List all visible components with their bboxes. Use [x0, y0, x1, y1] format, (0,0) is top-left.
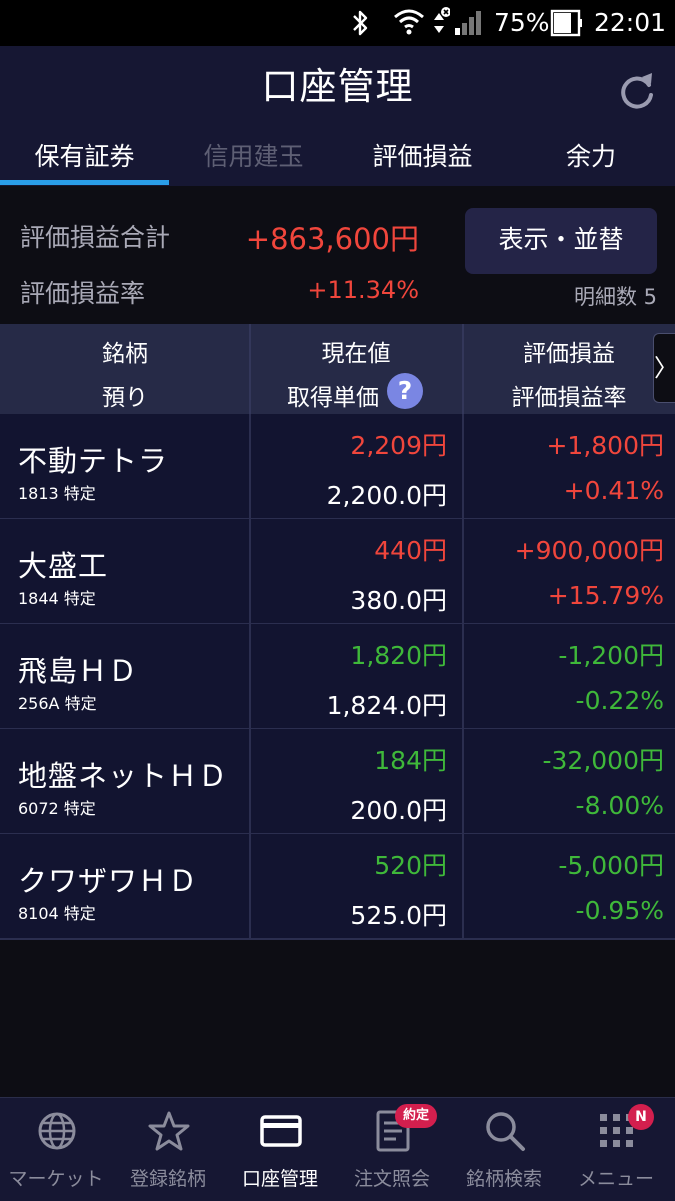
column-divider: [249, 624, 251, 728]
nav-label: 注文照会: [353, 1168, 430, 1190]
page-title: 口座管理: [261, 65, 414, 108]
table-row[interactable]: 大盛工 1844 特定 440円 380.0円 +900,000円 +15.79…: [0, 519, 675, 625]
header-security: 銘柄: [102, 341, 148, 367]
profit-loss-rate: -8.00%: [575, 791, 664, 820]
header-pl: 評価損益: [523, 341, 615, 367]
refresh-icon: [621, 73, 653, 109]
security-name: 不動テトラ: [18, 444, 169, 478]
signal-icon: [452, 0, 486, 46]
profit-loss-rate: -0.22%: [575, 686, 664, 715]
pl-rate-value: +11.34%: [307, 276, 419, 304]
security-code: 8104 特定: [18, 904, 96, 923]
star-icon: [148, 1111, 190, 1151]
nav-market[interactable]: マーケット: [0, 1098, 112, 1201]
column-divider: [462, 414, 464, 518]
security-code: 1844 特定: [18, 589, 96, 608]
more-columns-button[interactable]: 〉: [653, 333, 675, 403]
tab-profit-loss[interactable]: 評価損益: [338, 130, 507, 186]
profit-loss-rate: -0.95%: [575, 896, 664, 925]
tab-buying-power[interactable]: 余力: [507, 130, 675, 186]
profit-loss: -32,000円: [542, 746, 665, 775]
security-code: 256A 特定: [18, 694, 97, 713]
total-pl-value: +863,600円: [245, 222, 419, 256]
wifi-icon: [392, 0, 426, 46]
card-icon: [260, 1115, 302, 1147]
column-divider: [249, 729, 251, 833]
acquisition-price: 200.0円: [350, 796, 447, 825]
profit-loss: +1,800円: [546, 431, 664, 460]
security-name: 地盤ネットＨＤ: [18, 759, 229, 793]
nav-label: 銘柄検索: [465, 1168, 542, 1190]
search-icon: [486, 1112, 525, 1151]
column-divider: [462, 729, 464, 833]
current-price: 440円: [374, 536, 447, 565]
column-divider: [462, 834, 464, 938]
item-count: 明細数 5: [573, 285, 657, 309]
column-divider: [249, 519, 251, 623]
security-code: 6072 特定: [18, 799, 96, 818]
bluetooth-icon: [348, 0, 372, 46]
table-row[interactable]: 飛島ＨＤ 256A 特定 1,820円 1,824.0円 -1,200円 -0.…: [0, 624, 675, 730]
acquisition-price: 525.0円: [350, 901, 447, 930]
refresh-button[interactable]: [614, 68, 660, 114]
profit-loss-rate: +15.79%: [547, 581, 664, 610]
nav-label: メニュー: [577, 1168, 654, 1190]
column-divider: [249, 834, 251, 938]
column-divider: [462, 624, 464, 728]
display-sort-button[interactable]: 表示・並替: [465, 208, 657, 274]
security-code: 1813 特定: [18, 484, 96, 503]
nav-watchlist[interactable]: 登録銘柄: [112, 1098, 224, 1201]
current-price: 2,209円: [350, 431, 447, 460]
header-pl-rate: 評価損益率: [511, 385, 627, 411]
current-price: 184円: [374, 746, 447, 775]
security-name: 大盛工: [18, 549, 109, 583]
nav-label: マーケット: [8, 1168, 104, 1190]
bottom-navigation: マーケット 登録銘柄 口座管理 注文照会 銘柄検索 メニュー: [0, 1097, 675, 1201]
active-tab-indicator: [0, 180, 169, 185]
executed-badge: 約定: [395, 1104, 437, 1128]
clock: 22:01: [594, 8, 667, 37]
table-row[interactable]: クワザワＨＤ 8104 特定 520円 525.0円 -5,000円 -0.95…: [0, 834, 675, 940]
table-row[interactable]: 地盤ネットＨＤ 6072 特定 184円 200.0円 -32,000円 -8.…: [0, 729, 675, 835]
nav-menu[interactable]: メニュー: [560, 1098, 672, 1201]
header: 口座管理: [0, 46, 675, 130]
current-price: 520円: [374, 851, 447, 880]
nav-account[interactable]: 口座管理: [224, 1098, 336, 1201]
battery-icon: [550, 0, 584, 46]
tab-margin-positions[interactable]: 信用建玉: [169, 130, 338, 186]
pl-rate-label: 評価損益率: [20, 279, 146, 308]
table-header: 銘柄 預り 現在値 取得単価 評価損益 評価損益率: [0, 324, 675, 414]
table-row[interactable]: 不動テトラ 1813 特定 2,209円 2,200.0円 +1,800円 +0…: [0, 414, 675, 520]
acquisition-price: 2,200.0円: [326, 481, 447, 510]
header-custody: 預り: [102, 385, 148, 411]
total-pl-label: 評価損益合計: [20, 223, 171, 252]
security-name: 飛島ＨＤ: [18, 654, 139, 688]
nav-label: 口座管理: [241, 1168, 318, 1190]
data-transfer-icon: [428, 0, 451, 46]
nav-search[interactable]: 銘柄検索: [448, 1098, 560, 1201]
help-icon[interactable]: ?: [387, 373, 423, 409]
profit-loss: +900,000円: [514, 536, 664, 565]
nav-label: 登録銘柄: [129, 1168, 206, 1190]
profit-loss: -1,200円: [558, 641, 664, 670]
security-name: クワザワＨＤ: [18, 864, 199, 898]
acquisition-price: 380.0円: [350, 586, 447, 615]
status-bar: 75% 22:01: [0, 0, 675, 46]
profit-loss: -5,000円: [558, 851, 664, 880]
column-divider: [462, 519, 464, 623]
tab-bar: 保有証券 信用建玉 評価損益 余力: [0, 130, 675, 186]
header-current-price: 現在値: [321, 341, 391, 367]
globe-icon: [38, 1112, 76, 1150]
acquisition-price: 1,824.0円: [326, 691, 447, 720]
current-price: 1,820円: [350, 641, 447, 670]
battery-percent: 75%: [494, 8, 550, 37]
tab-holdings[interactable]: 保有証券: [0, 130, 169, 186]
profit-loss-rate: +0.41%: [563, 476, 664, 505]
new-badge: N: [628, 1104, 654, 1130]
column-divider: [249, 414, 251, 518]
